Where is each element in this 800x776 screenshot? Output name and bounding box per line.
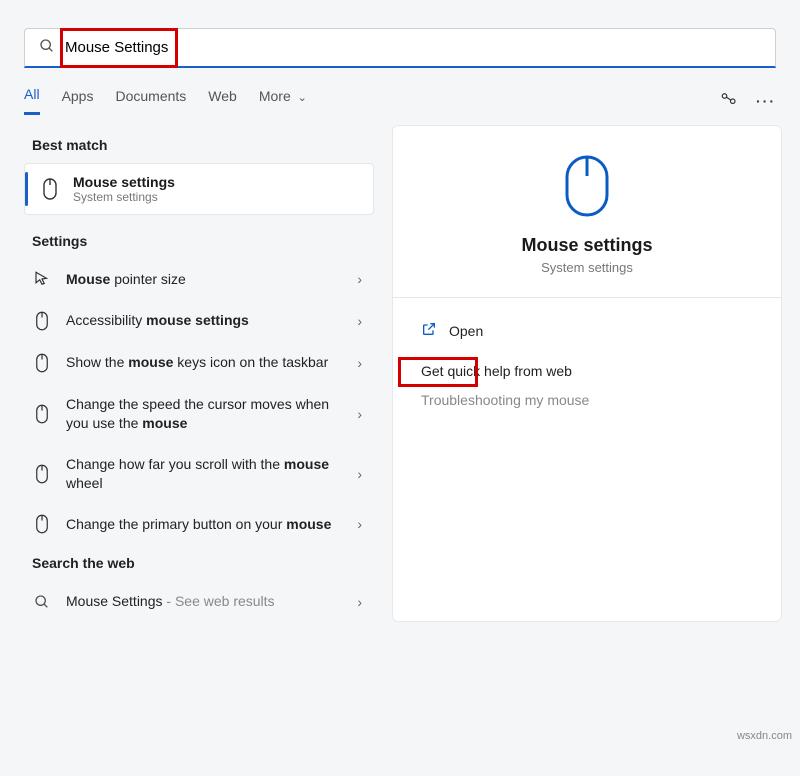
- chevron-right-icon: ›: [357, 406, 362, 422]
- setting-mouse-pointer-size[interactable]: Mouse pointer size ›: [18, 259, 380, 300]
- more-icon[interactable]: ···: [756, 93, 776, 109]
- open-action[interactable]: Open: [417, 314, 757, 347]
- results-column: Best match Mouse settings System setting…: [18, 125, 380, 622]
- preview-pane: Mouse settings System settings Open Get …: [392, 125, 782, 622]
- tab-documents[interactable]: Documents: [115, 88, 186, 114]
- setting-label: Change the speed the cursor moves when y…: [66, 395, 343, 433]
- setting-label: Change how far you scroll with the mouse…: [66, 455, 343, 493]
- setting-label: Mouse pointer size: [66, 270, 343, 289]
- best-match-title: Mouse settings: [73, 174, 175, 190]
- divider: [393, 297, 781, 298]
- setting-label: Show the mouse keys icon on the taskbar: [66, 353, 343, 372]
- setting-scroll-wheel[interactable]: Change how far you scroll with the mouse…: [18, 444, 380, 504]
- tab-apps[interactable]: Apps: [62, 88, 94, 114]
- mouse-icon: [32, 353, 52, 373]
- best-match-result[interactable]: Mouse settings System settings: [24, 163, 374, 215]
- mouse-icon: [39, 178, 61, 200]
- mouse-icon-large: [417, 154, 757, 221]
- mouse-icon: [32, 404, 52, 424]
- chevron-right-icon: ›: [357, 355, 362, 371]
- tab-web[interactable]: Web: [208, 88, 237, 114]
- chevron-down-icon: ⌄: [298, 92, 307, 104]
- preview-subtitle: System settings: [417, 260, 757, 275]
- help-item-troubleshoot[interactable]: Troubleshooting my mouse: [417, 385, 757, 415]
- chevron-right-icon: ›: [357, 313, 362, 329]
- chevron-right-icon: ›: [357, 271, 362, 287]
- setting-mouse-keys-icon[interactable]: Show the mouse keys icon on the taskbar …: [18, 342, 380, 384]
- open-label: Open: [449, 323, 483, 339]
- search-bar[interactable]: [24, 28, 776, 68]
- mouse-icon: [32, 311, 52, 331]
- quick-help-heading: Get quick help from web: [417, 347, 757, 385]
- mouse-icon: [32, 464, 52, 484]
- watermark: wsxdn.com: [737, 730, 792, 742]
- chevron-right-icon: ›: [357, 516, 362, 532]
- settings-heading: Settings: [32, 233, 380, 249]
- web-result[interactable]: Mouse Settings - See web results ›: [18, 581, 380, 622]
- chevron-right-icon: ›: [357, 594, 362, 610]
- web-result-label: Mouse Settings - See web results: [66, 592, 343, 611]
- best-match-subtitle: System settings: [73, 190, 175, 204]
- search-input[interactable]: [65, 39, 761, 56]
- tab-all[interactable]: All: [24, 86, 40, 115]
- open-external-icon: [421, 321, 437, 340]
- share-icon[interactable]: [720, 90, 738, 111]
- best-match-heading: Best match: [32, 137, 380, 153]
- setting-accessibility-mouse[interactable]: Accessibility mouse settings ›: [18, 300, 380, 342]
- setting-label: Change the primary button on your mouse: [66, 515, 343, 534]
- preview-title: Mouse settings: [417, 235, 757, 256]
- search-web-heading: Search the web: [32, 555, 380, 571]
- search-icon: [32, 594, 52, 610]
- tab-more[interactable]: More ⌄: [259, 88, 307, 114]
- filter-tabs: All Apps Documents Web More ⌄ ···: [24, 86, 776, 115]
- pointer-icon: [32, 270, 52, 288]
- setting-label: Accessibility mouse settings: [66, 311, 343, 330]
- chevron-right-icon: ›: [357, 466, 362, 482]
- search-icon: [39, 38, 55, 57]
- mouse-icon: [32, 514, 52, 534]
- setting-primary-button[interactable]: Change the primary button on your mouse …: [18, 503, 380, 545]
- setting-cursor-speed[interactable]: Change the speed the cursor moves when y…: [18, 384, 380, 444]
